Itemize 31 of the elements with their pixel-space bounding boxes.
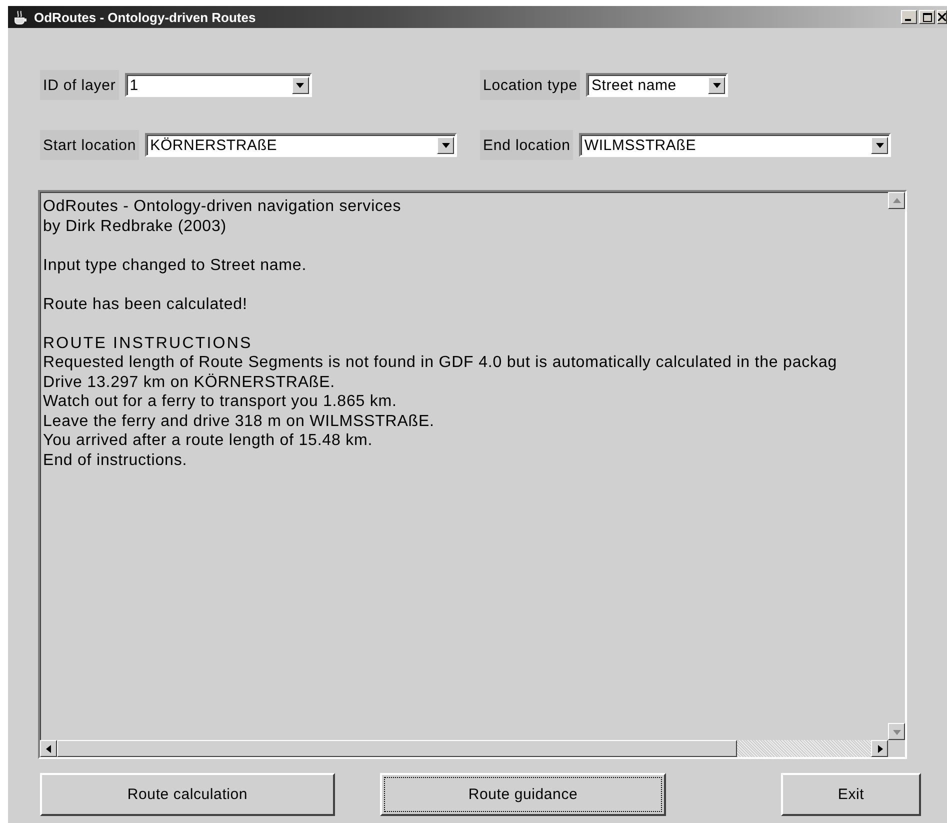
log-line: You arrived after a route length of 15.48 km. [43,431,374,450]
window-title: OdRoutes - Ontology-driven Routes [34,10,257,24]
maximize-button[interactable] [919,10,935,24]
log-line: Leave the ferry and drive 318 m on WILMSSTRAßE. [43,412,436,431]
log-line: by Dirk Redbrake (2003) [43,216,228,236]
combo-box[interactable]: 1 [124,73,312,97]
horizontal-scrollbar[interactable] [40,740,888,757]
log-line: Route has been calculated! [43,294,248,314]
minimize-button[interactable] [901,10,917,24]
log-line: Watch out for a ferry to transport you 1.865 km. [43,392,398,412]
cup-icon [12,9,28,25]
vertical-scrollbar[interactable] [888,192,905,740]
log-heading: ROUTE INSTRUCTIONS [43,334,254,353]
log-line: Drive 13.297 km on KÖRNERSTRAßE. [43,372,336,392]
field-label: Start location [40,130,140,160]
close-icon [938,13,946,21]
log-line: Requested length of Route Segments is not found in GDF 4.0 but is automatically calculated in the packag [43,353,838,372]
log-line: End of instructions. [43,450,188,470]
log-line: OdRoutes - Ontology-driven navigation services [43,197,402,216]
combo-box[interactable]: WILMSSTRAßE [579,133,892,157]
combo-box[interactable]: KÖRNERSTRAßE [145,133,458,157]
action-button[interactable]: Route calculation [40,773,335,816]
combo-box[interactable]: Street name [586,73,728,97]
field-label: Location type [480,70,580,100]
field-label: End location [480,130,574,160]
action-button[interactable]: Route guidance [380,773,666,816]
close-button[interactable] [937,10,947,24]
field-label: ID of layer [40,70,119,100]
maximize-icon [922,12,932,22]
action-button[interactable]: Exit [781,773,921,816]
log-line: Input type changed to Street name. [43,256,308,275]
